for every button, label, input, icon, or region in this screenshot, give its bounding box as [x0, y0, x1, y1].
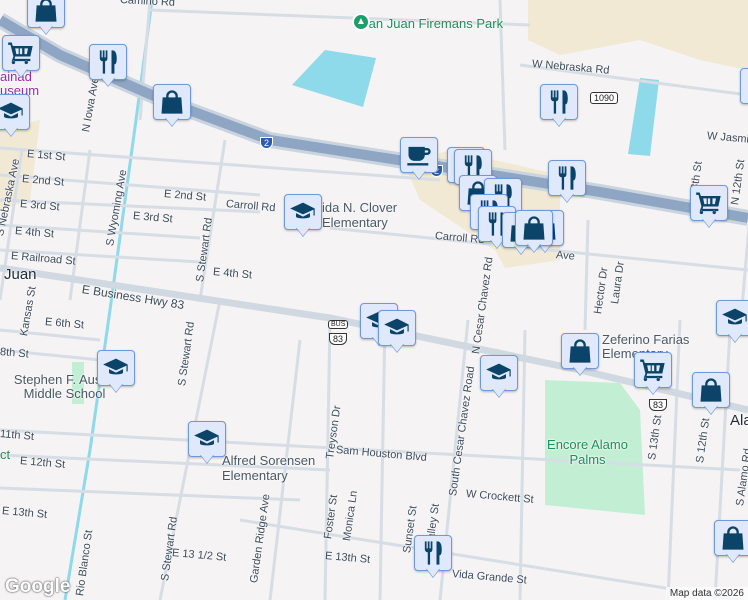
grocery-marker[interactable] — [634, 352, 672, 396]
fork-knife-icon — [94, 48, 122, 76]
shopping-bag-icon — [719, 524, 747, 552]
school-marker[interactable] — [378, 310, 416, 354]
school-marker[interactable] — [97, 350, 135, 394]
us-83-shield: 83 — [649, 399, 668, 411]
graduation-cap-icon — [721, 304, 748, 332]
shopping-marker[interactable] — [27, 0, 65, 36]
graduation-cap-icon — [102, 354, 130, 382]
map-canvas[interactable]: 2 2 1090 BUS 83 83 Juan Ala San Juan Fir… — [0, 0, 748, 600]
fork-knife-icon — [545, 88, 573, 116]
school-marker[interactable] — [188, 421, 226, 465]
coffee-cup-icon — [405, 141, 433, 169]
google-logo[interactable]: Google — [5, 576, 70, 598]
city-label: Juan — [4, 266, 37, 283]
shopping-marker[interactable] — [561, 333, 599, 377]
graduation-cap-icon — [485, 359, 513, 387]
graduation-cap-icon — [193, 425, 221, 453]
school-marker[interactable] — [0, 94, 30, 138]
graduation-cap-icon — [289, 198, 317, 226]
school-marker[interactable] — [284, 194, 322, 238]
shopping-marker[interactable] — [714, 520, 748, 564]
restaurant-marker[interactable] — [740, 68, 748, 112]
restaurant-marker[interactable] — [89, 44, 127, 88]
shopping-bag-icon — [566, 337, 594, 365]
park-label[interactable]: San Juan Firemans Park — [360, 16, 503, 31]
encore-alamo-palms-label[interactable]: Encore Alamo Palms — [540, 437, 635, 467]
fork-knife-icon — [553, 164, 581, 192]
street-label: 8th St — [0, 346, 30, 361]
shopping-bag-icon — [520, 214, 548, 242]
bus-route-plate: BUS — [328, 320, 349, 329]
sorensen-elementary-label[interactable]: Alfred Sorensen Elementary — [222, 453, 322, 483]
fork-knife-icon — [419, 539, 447, 567]
shopping-bag-icon — [158, 88, 186, 116]
clover-elementary-label[interactable]: ida N. Clover Elementary — [322, 200, 412, 230]
us-83-shield: 83 — [329, 333, 348, 345]
graduation-cap-icon — [0, 98, 25, 126]
grocery-marker[interactable] — [690, 185, 728, 229]
shopping-cart-icon — [695, 189, 723, 217]
park-pin-icon[interactable]: ▲ — [352, 13, 370, 31]
shopping-marker[interactable] — [692, 372, 730, 416]
shopping-cart-icon — [639, 356, 667, 384]
restaurant-marker[interactable] — [548, 160, 586, 204]
school-marker[interactable] — [716, 300, 748, 344]
shopping-cart-icon — [7, 39, 35, 67]
shopping-marker[interactable] — [153, 84, 191, 128]
restaurant-marker[interactable] — [414, 535, 452, 579]
cafe-marker[interactable] — [400, 137, 438, 181]
fm-1090-shield: 1090 — [590, 92, 619, 104]
city-label: Ala — [730, 412, 748, 429]
shopping-marker[interactable] — [515, 210, 553, 254]
map-attribution[interactable]: Map data ©2026 — [665, 587, 748, 600]
graduation-cap-icon — [383, 314, 411, 342]
grocery-marker[interactable] — [2, 35, 40, 79]
restaurant-marker[interactable] — [540, 84, 578, 128]
shopping-bag-icon — [697, 376, 725, 404]
school-marker[interactable] — [480, 355, 518, 399]
district-label: ct — [0, 447, 11, 462]
shopping-bag-icon — [32, 0, 60, 24]
